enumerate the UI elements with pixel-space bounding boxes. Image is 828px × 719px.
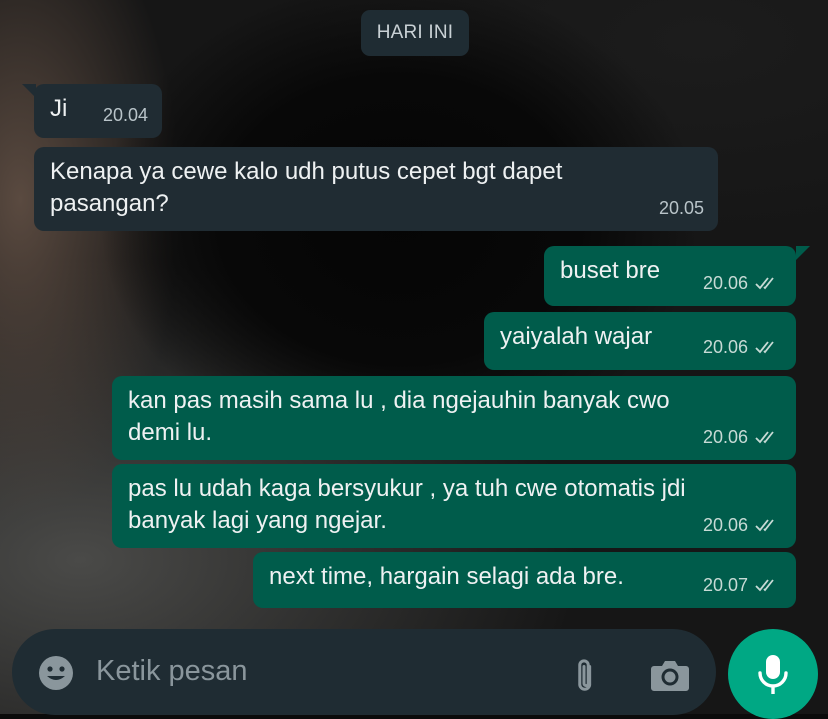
double-check-icon xyxy=(755,277,774,290)
smiley-icon[interactable] xyxy=(36,653,76,693)
double-check-icon xyxy=(755,519,774,532)
message-meta: 20.06 xyxy=(703,421,782,453)
message-text: buset bre xyxy=(560,257,661,284)
double-check-icon xyxy=(755,341,774,354)
message-time: 20.06 xyxy=(702,427,748,447)
message-time: 20.06 xyxy=(702,273,748,293)
message-list[interactable]: HARI INI Ji 20.04 Kenapa ya cewe kalo ud… xyxy=(0,0,828,620)
message-composer: Ketik pesan xyxy=(12,629,716,715)
message-time: 20.05 xyxy=(658,198,704,218)
message-bubble-outgoing[interactable]: yaiyalah wajar 20.06 xyxy=(484,312,796,370)
message-text: next time, hargain selagi ada bre. xyxy=(269,563,624,590)
message-meta: 20.05 xyxy=(659,192,704,224)
microphone-button[interactable] xyxy=(728,629,818,719)
message-text: Ji xyxy=(50,95,68,122)
message-meta: 20.06 xyxy=(703,267,782,299)
message-meta: 20.07 xyxy=(703,569,782,601)
date-separator-label: HARI INI xyxy=(376,22,454,43)
double-check-icon xyxy=(755,431,774,444)
message-text: kan pas masih sama lu , dia ngejauhin ba… xyxy=(128,387,670,446)
message-bubble-outgoing[interactable]: next time, hargain selagi ada bre. 20.07 xyxy=(253,552,796,608)
message-meta: 20.04 xyxy=(103,99,148,131)
message-time: 20.06 xyxy=(702,515,748,535)
double-check-icon xyxy=(755,579,774,592)
message-input[interactable]: Ketik pesan xyxy=(96,655,248,688)
message-bubble-incoming[interactable]: Kenapa ya cewe kalo udh putus cepet bgt … xyxy=(34,147,718,231)
message-time: 20.04 xyxy=(102,105,148,125)
message-text: yaiyalah wajar xyxy=(500,323,653,350)
microphone-icon xyxy=(758,655,788,694)
message-bubble-incoming[interactable]: Ji 20.04 xyxy=(34,84,162,138)
message-text: Kenapa ya cewe kalo udh putus cepet bgt … xyxy=(50,158,563,217)
paperclip-icon[interactable] xyxy=(564,655,604,695)
message-text: pas lu udah kaga bersyukur , ya tuh cwe … xyxy=(128,475,686,534)
message-meta: 20.06 xyxy=(703,331,782,363)
camera-icon[interactable] xyxy=(648,655,692,695)
message-bubble-outgoing[interactable]: pas lu udah kaga bersyukur , ya tuh cwe … xyxy=(112,464,796,548)
date-separator: HARI INI xyxy=(361,10,469,56)
bubble-tail xyxy=(796,246,810,260)
message-bubble-outgoing[interactable]: buset bre 20.06 xyxy=(544,246,796,306)
message-meta: 20.06 xyxy=(703,509,782,541)
message-time: 20.06 xyxy=(702,337,748,357)
message-bubble-outgoing[interactable]: kan pas masih sama lu , dia ngejauhin ba… xyxy=(112,376,796,460)
message-time: 20.07 xyxy=(702,575,748,595)
